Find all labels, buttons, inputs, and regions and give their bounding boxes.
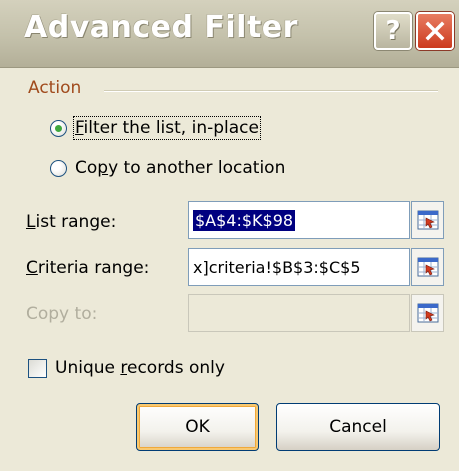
unique-records-label: Unique records only (55, 358, 225, 378)
copy-to-location-label: Copy to another location (75, 158, 286, 178)
ok-button[interactable]: OK (136, 403, 259, 451)
group-divider (104, 90, 438, 92)
copy-to-label: Copy to: (26, 304, 98, 324)
filter-in-place-option[interactable]: Filter the list, in-place (50, 116, 261, 140)
filter-in-place-radio[interactable] (50, 119, 67, 137)
copy-to-selector-button (411, 294, 444, 332)
criteria-range-input[interactable]: x]criteria!$B$3:$C$5 (188, 248, 410, 286)
list-range-value: $A$4:$K$98 (193, 209, 296, 231)
unique-records-checkbox[interactable] (28, 358, 47, 378)
list-range-selector-button[interactable] (411, 201, 444, 239)
help-button[interactable]: ? (374, 12, 412, 50)
copy-to-location-radio[interactable] (50, 159, 67, 177)
copy-to-location-option[interactable]: Copy to another location (50, 158, 285, 178)
filter-in-place-label: Filter the list, in-place (73, 116, 261, 140)
collapse-dialog-icon (417, 303, 438, 323)
list-range-label: List range: (26, 212, 117, 232)
list-range-input[interactable]: $A$4:$K$98 (188, 201, 410, 239)
copy-to-input (188, 294, 410, 332)
unique-records-option[interactable]: Unique records only (28, 358, 225, 378)
criteria-range-label: Criteria range: (26, 258, 150, 278)
action-group-label: Action (28, 78, 82, 98)
collapse-dialog-icon (417, 257, 438, 277)
help-icon: ? (385, 16, 401, 46)
cancel-button[interactable]: Cancel (276, 403, 440, 451)
criteria-range-selector-button[interactable] (411, 248, 444, 286)
advanced-filter-dialog: Advanced Filter ? Action Filter the list… (0, 0, 459, 471)
collapse-dialog-icon (417, 210, 438, 230)
dialog-title: Advanced Filter (24, 10, 298, 45)
criteria-range-value: x]criteria!$B$3:$C$5 (193, 257, 361, 277)
title-bar[interactable]: Advanced Filter ? (0, 0, 459, 68)
close-button[interactable] (416, 12, 454, 50)
close-icon (425, 21, 445, 41)
